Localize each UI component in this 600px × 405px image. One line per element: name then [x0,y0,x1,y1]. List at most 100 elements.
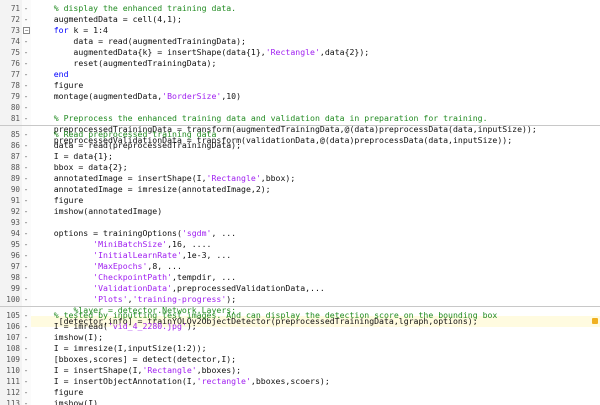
line-marker-icon: - [23,207,29,216]
code-line[interactable]: 86- data = read(preprocessedTrainingData… [0,140,600,151]
code-section-training[interactable]: 85- % Read preprocessed training data 86-… [0,125,600,327]
code-token: ,preprocessedValidationData,... [172,283,325,293]
line-marker-icon: - [23,240,29,249]
code-token: k = 1:4 [68,25,108,35]
code-token: data = read(preprocessedTrainingData); [34,140,242,150]
code-line[interactable]: 79- montage(augmentedData,'BorderSize',1… [0,91,600,102]
code-token: options = trainingOptions( [34,228,182,238]
line-number: 78 [10,81,20,90]
code-text: 'ValidationData',preprocessedValidationD… [34,283,325,294]
code-text: I = imresize(I,inputSize(1:2)); [34,343,207,354]
code-line[interactable]: 90- annotatedImage = imresize(annotatedI… [0,184,600,195]
code-text: % Preprocess the enhanced training data … [34,113,488,124]
code-line[interactable]: 91- figure [0,195,600,206]
code-line[interactable]: 107- imshow(I); [0,332,600,343]
code-line[interactable]: 100- 'Plots','training-progress'); [0,294,600,305]
line-marker-icon: - [23,295,29,304]
line-number: 80 [10,103,20,112]
code-text: 'CheckpointPath',tempdir, ... [34,272,236,283]
code-line[interactable]: 88- bbox = data{2}; [0,162,600,173]
line-marker-icon: - [23,48,29,57]
code-line[interactable]: 80- [0,102,600,113]
line-number: 98 [10,273,20,282]
line-marker-icon: - [23,377,29,386]
code-line[interactable]: 109- [bboxes,scores] = detect(detector,I… [0,354,600,365]
code-line[interactable]: 98- 'CheckpointPath',tempdir, ... [0,272,600,283]
code-token: annotatedImage = imresize(annotatedImage… [34,184,271,194]
line-number: 100 [6,295,20,304]
code-line[interactable]: 105- % tested by inputting test images. … [0,310,600,321]
code-token: , ... [211,228,237,238]
code-line[interactable]: 72- augmentedData = cell(4,1); [0,14,600,25]
code-line[interactable]: 74- data = read(augmentedTrainingData); [0,36,600,47]
code-text: 'MiniBatchSize',16, .... [34,239,211,250]
line-marker-icon: - [23,103,29,112]
code-text: imshow(annotatedImage) [34,206,162,217]
code-line[interactable]: 97- 'MaxEpochs',8, ... [0,261,600,272]
code-line[interactable]: 99- 'ValidationData',preprocessedValidat… [0,283,600,294]
line-number: 94 [10,229,20,238]
code-text: data = read(preprocessedTrainingData); [34,140,241,151]
code-line[interactable]: 113- imshow(I) [0,398,600,405]
line-marker-icon: - [23,251,29,260]
code-line[interactable]: 81- % Preprocess the enhanced training d… [0,113,600,124]
code-text: imshow(I) [34,398,98,405]
code-line[interactable]: 92- imshow(annotatedImage) [0,206,600,217]
code-text: for k = 1:4 [34,25,108,36]
code-line[interactable]: 76- reset(augmentedTrainingData); [0,58,600,69]
code-text: % display the enhanced training data. [34,3,236,14]
code-line[interactable]: 110- I = insertShape(I,'Rectangle',bboxe… [0,365,600,376]
line-number: 88 [10,163,20,172]
code-line[interactable]: 87- I = data{1}; [0,151,600,162]
code-line[interactable]: 85- % Read preprocessed training data [0,129,600,140]
code-string: 'rectangle' [196,376,251,386]
code-line[interactable]: 73− for k = 1:4 [0,25,600,36]
code-text: [bboxes,scores] = detect(detector,I); [34,354,236,365]
code-line[interactable]: 96- 'InitialLearnRate',1e-3, ... [0,250,600,261]
code-line[interactable]: 77- end [0,69,600,80]
code-line[interactable]: 71- % display the enhanced training data… [0,3,600,14]
line-number: 79 [10,92,20,101]
code-line[interactable]: 95- 'MiniBatchSize',16, .... [0,239,600,250]
code-text: % tested by inputting test images. And c… [34,310,498,321]
line-number: 92 [10,207,20,216]
code-line[interactable]: 75- augmentedData{k} = insertShape(data{… [0,47,600,58]
line-number: 87 [10,152,20,161]
line-number: 96 [10,251,20,260]
code-line[interactable]: 112- figure [0,387,600,398]
code-text: 'InitialLearnRate',1e-3, ... [34,250,231,261]
code-comment: % Preprocess the enhanced training data … [53,113,488,123]
code-token: ,bbox); [260,173,296,183]
fold-toggle-icon[interactable]: − [23,27,30,34]
code-line[interactable]: 108- I = imresize(I,inputSize(1:2)); [0,343,600,354]
code-text: options = trainingOptions('sgdm', ... [34,228,236,239]
line-marker-icon: - [23,37,29,46]
code-token: figure [34,195,84,205]
code-section-display[interactable]: 71- % display the enhanced training data… [0,0,600,145]
code-line[interactable]: 78- figure [0,80,600,91]
code-line[interactable]: 93- [0,217,600,228]
code-line[interactable]: 111- I = insertObjectAnnotation(I,'recta… [0,376,600,387]
code-text: figure [34,195,84,206]
code-line[interactable]: 89- annotatedImage = insertShape(I,'Rect… [0,173,600,184]
line-marker-icon: - [23,15,29,24]
code-comment: % display the enhanced training data. [53,3,237,13]
code-string: 'vid_4_2280.jpg' [107,321,187,331]
code-token: I = imread( [34,321,108,331]
code-token: I = insertShape(I, [34,365,143,375]
code-token: ,data{2}); [319,47,370,57]
code-line[interactable]: 106- I = imread('vid_4_2280.jpg'); [0,321,600,332]
code-token: bbox = data{2}; [34,162,128,172]
code-line[interactable]: 94- options = trainingOptions('sgdm', ..… [0,228,600,239]
code-text: figure [34,387,84,398]
line-number: 112 [6,388,20,397]
code-section-test[interactable]: 105- % tested by inputting test images. … [0,306,600,405]
code-editor[interactable]: 71- % display the enhanced training data… [0,0,600,405]
line-number: 76 [10,59,20,68]
line-marker-icon: - [23,262,29,271]
code-text: I = insertShape(I,'Rectangle',bboxes); [34,365,241,376]
